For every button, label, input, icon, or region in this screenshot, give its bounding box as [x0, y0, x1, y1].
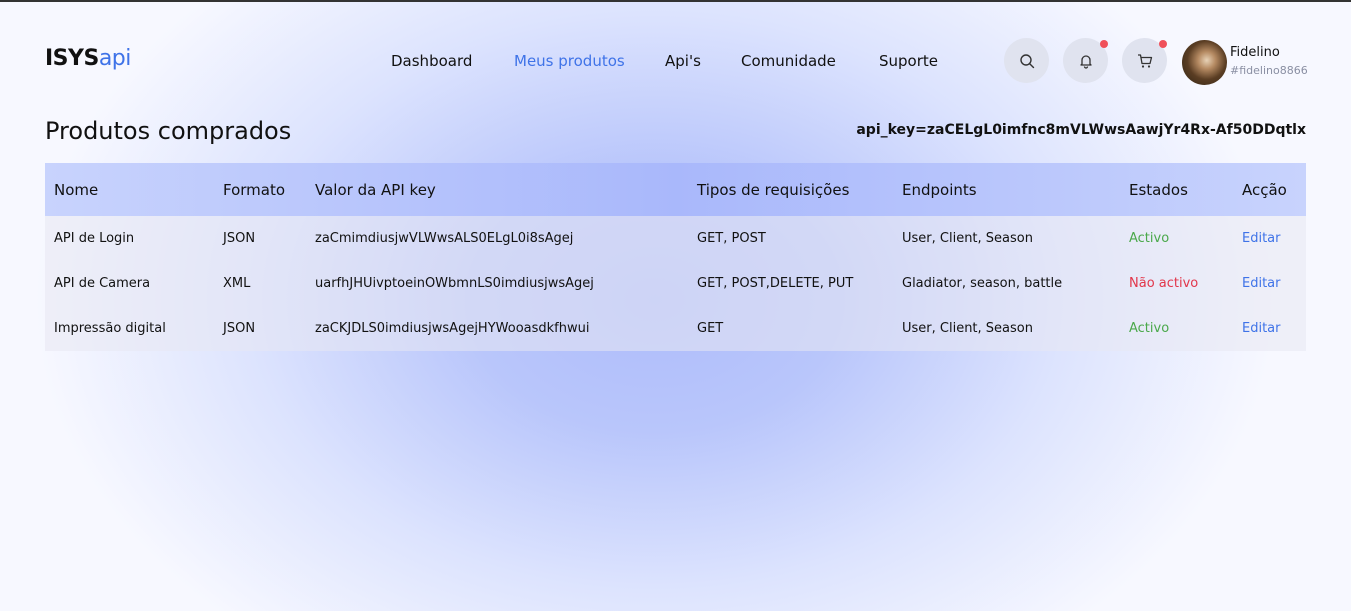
bell-icon — [1079, 54, 1092, 69]
cell-api-key: zaCmimdiusjwVLWwsALS0ELgL0i8sAgej — [315, 231, 574, 246]
cart-button[interactable] — [1122, 38, 1167, 83]
cell-endpoints: User, Client, Season — [902, 231, 1033, 246]
notification-badge — [1100, 40, 1108, 48]
cell-tipos: GET — [697, 321, 724, 336]
cell-nome: API de Camera — [54, 276, 151, 291]
header-endpoints: Endpoints — [902, 181, 977, 199]
cart-icon — [1137, 53, 1152, 68]
nav-meus-produtos[interactable]: Meus produtos — [514, 52, 625, 70]
cell-formato: XML — [223, 276, 251, 291]
table-row: Impressão digital JSON zaCKJDLS0imdiusjw… — [45, 306, 1306, 351]
header-formato: Formato — [223, 181, 286, 199]
table-header: Nome Formato Valor da API key Tipos de r… — [45, 163, 1306, 216]
header-valor-api-key: Valor da API key — [315, 181, 436, 199]
user-name: Fidelino — [1230, 45, 1280, 60]
header-accao: Acção — [1242, 181, 1287, 199]
edit-link[interactable]: Editar — [1242, 216, 1281, 261]
cell-tipos: GET, POST,DELETE, PUT — [697, 276, 854, 291]
cell-api-key: zaCKJDLS0imdiusjwsAgejHYWooasdkfhwui — [315, 321, 590, 336]
status-badge: Não activo — [1129, 276, 1199, 291]
cell-api-key: uarfhJHUivptoeinOWbmnLS0imdiusjwsAgej — [315, 276, 594, 291]
status-badge: Activo — [1129, 231, 1170, 246]
header-estados: Estados — [1129, 181, 1188, 199]
table-row: API de Camera XML uarfhJHUivptoeinOWbmnL… — [45, 261, 1306, 306]
header-nome: Nome — [54, 181, 99, 199]
edit-link[interactable]: Editar — [1242, 261, 1281, 306]
search-button[interactable] — [1004, 38, 1049, 83]
table-row: API de Login JSON zaCmimdiusjwVLWwsALS0E… — [45, 216, 1306, 261]
notifications-button[interactable] — [1063, 38, 1108, 83]
nav-suporte[interactable]: Suporte — [879, 52, 938, 70]
cell-nome: Impressão digital — [54, 321, 166, 336]
status-badge: Activo — [1129, 321, 1170, 336]
header-tipos: Tipos de requisições — [697, 181, 850, 199]
cell-tipos: GET, POST — [697, 231, 766, 246]
avatar[interactable] — [1182, 40, 1227, 85]
cell-endpoints: User, Client, Season — [902, 321, 1033, 336]
nav-apis[interactable]: Api's — [665, 52, 701, 70]
nav-comunidade[interactable]: Comunidade — [741, 52, 836, 70]
cell-formato: JSON — [223, 231, 256, 246]
edit-link[interactable]: Editar — [1242, 306, 1281, 351]
cell-nome: API de Login — [54, 231, 135, 246]
cart-badge — [1159, 40, 1167, 48]
api-key-value: api_key=zaCELgL0imfnc8mVLWwsAawjYr4Rx-Af… — [856, 122, 1306, 138]
user-handle: #fidelino8866 — [1230, 64, 1308, 77]
nav-dashboard[interactable]: Dashboard — [391, 52, 472, 70]
cell-formato: JSON — [223, 321, 256, 336]
products-table: Nome Formato Valor da API key Tipos de r… — [45, 163, 1306, 351]
cell-endpoints: Gladiator, season, battle — [902, 276, 1063, 291]
search-icon — [1019, 53, 1034, 68]
page-title: Produtos comprados — [45, 117, 292, 145]
